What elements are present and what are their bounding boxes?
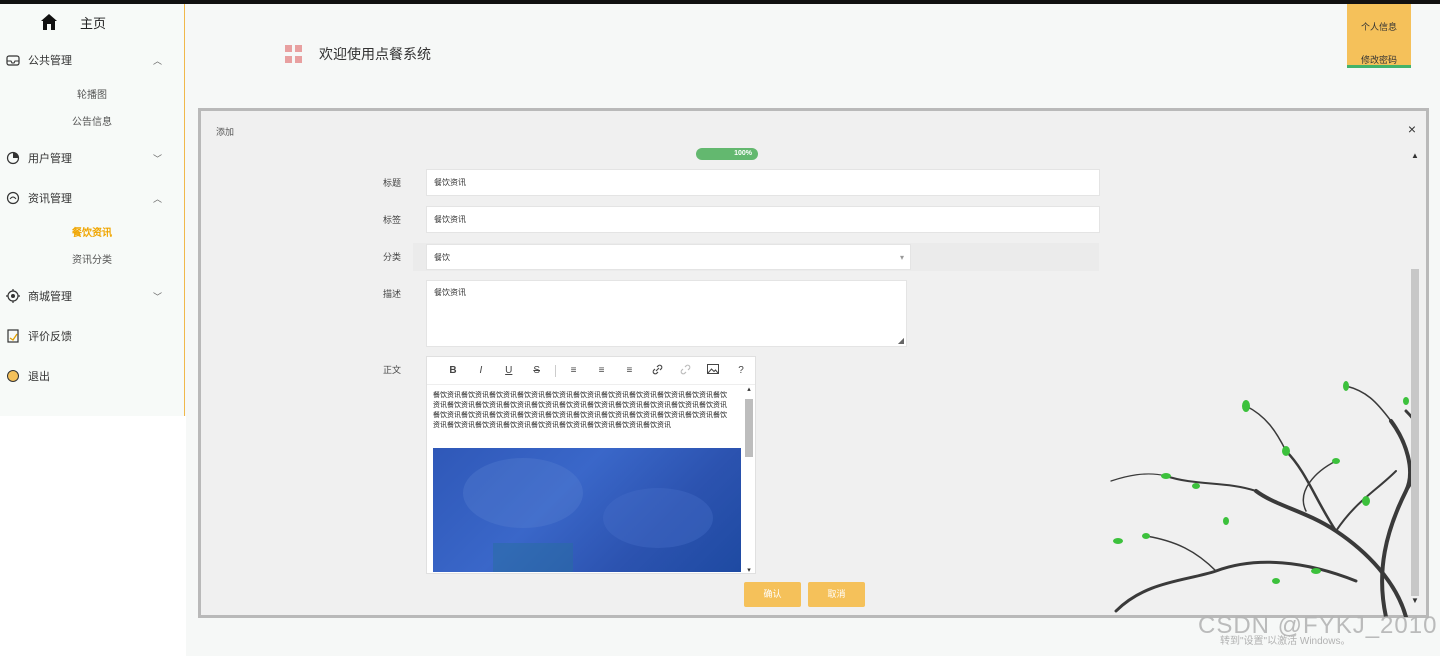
activation-watermark: 转到"设置"以激活 Windows。 <box>1220 636 1351 647</box>
menu-feedback[interactable]: 评价反馈 <box>0 316 184 356</box>
editor-toolbar: B I U S ≡ ≡ ≡ ? <box>427 357 755 385</box>
add-dialog: 添加 × 100% 标题 餐饮资讯 标签 餐饮资讯 分类 餐饮 ▾ 描述 餐饮资… <box>198 108 1429 618</box>
sidebar-item-carousel[interactable]: 轮播图 <box>0 80 184 107</box>
resize-handle-icon[interactable]: ◢ <box>898 336 904 345</box>
editor-content: 餐饮资讯餐饮资讯餐饮资讯餐饮资讯餐饮资讯餐饮资讯餐饮资讯餐饮资讯餐饮资讯餐饮资讯… <box>433 392 727 429</box>
menu-label: 商城管理 <box>28 291 72 303</box>
menu-label: 评价反馈 <box>28 331 72 343</box>
image-icon[interactable] <box>699 364 727 377</box>
cancel-button[interactable]: 取消 <box>808 582 865 607</box>
sidebar-item-news-category[interactable]: 资讯分类 <box>0 245 184 272</box>
menu-news-management[interactable]: 资讯管理 ︿ <box>0 178 184 218</box>
dialog-scroll-thumb[interactable] <box>1411 269 1419 596</box>
bold-button[interactable]: B <box>439 365 467 376</box>
strikethrough-button[interactable]: S <box>523 365 551 376</box>
help-button[interactable]: ? <box>727 365 755 376</box>
chevron-down-icon: ﹀ <box>152 153 162 164</box>
link-icon[interactable] <box>643 364 671 378</box>
sidebar-home[interactable]: 主页 <box>0 4 184 40</box>
profile-link[interactable]: 个人信息 <box>1347 20 1411 33</box>
home-icon <box>41 14 57 30</box>
align-right-button[interactable]: ≡ <box>615 365 643 376</box>
content-image <box>433 448 741 572</box>
sidebar: 主页 公共管理 ︿ 轮播图 公告信息 用户管理 ﹀ 资讯管理 ︿ 餐饮资讯 资讯… <box>0 4 185 416</box>
mailbox-icon <box>6 55 20 66</box>
dropdown-arrow-icon: ▾ <box>899 253 904 262</box>
menu-label: 用户管理 <box>28 153 72 165</box>
dialog-scrollbar[interactable]: ▲ ▼ <box>1410 151 1420 606</box>
chevron-down-icon: ﹀ <box>152 291 162 302</box>
content-label: 正文 <box>382 365 401 375</box>
editor-scroll-thumb[interactable] <box>745 399 753 457</box>
desc-label: 描述 <box>382 289 401 299</box>
italic-button[interactable]: I <box>467 365 495 376</box>
confirm-button[interactable]: 确认 <box>744 582 801 607</box>
sidebar-item-notice[interactable]: 公告信息 <box>0 107 184 134</box>
home-label: 主页 <box>80 15 107 31</box>
menu-label: 公共管理 <box>28 55 72 67</box>
user-menu[interactable]: 个人信息 修改密码 <box>1347 4 1411 68</box>
page-title: 欢迎使用点餐系统 <box>285 44 431 64</box>
change-password-link[interactable]: 修改密码 <box>1347 53 1411 66</box>
menu-exit[interactable]: 退出 <box>0 356 184 396</box>
desc-value: 餐饮资讯 <box>434 288 466 297</box>
page-title-text: 欢迎使用点餐系统 <box>319 46 431 62</box>
scroll-down-icon[interactable]: ▾ <box>744 566 754 574</box>
editor-scrollbar[interactable]: ▴ ▾ <box>744 385 754 574</box>
menu-shop-management[interactable]: 商城管理 ﹀ <box>0 276 184 316</box>
user-circle-icon <box>6 151 20 165</box>
close-icon[interactable]: × <box>1408 121 1416 137</box>
feedback-icon <box>7 329 19 343</box>
rich-text-editor[interactable]: B I U S ≡ ≡ ≡ ? 餐饮资讯餐饮资讯餐饮资讯餐饮资讯餐饮资讯餐饮资讯… <box>426 356 756 574</box>
upload-progress: 100% <box>696 148 758 160</box>
sidebar-blank <box>0 416 186 656</box>
chevron-up-icon: ︿ <box>152 193 162 204</box>
grid-icon <box>285 45 303 63</box>
scroll-down-icon[interactable]: ▼ <box>1410 596 1420 606</box>
news-icon <box>6 191 20 205</box>
shop-icon <box>6 289 20 303</box>
unlink-icon[interactable] <box>671 364 699 378</box>
tree-decoration <box>1110 381 1416 617</box>
scroll-up-icon[interactable]: ▴ <box>744 385 754 393</box>
top-border <box>0 0 1440 4</box>
chevron-up-icon: ︿ <box>152 55 162 66</box>
category-label: 分类 <box>382 252 401 262</box>
desc-textarea[interactable]: 餐饮资讯 ◢ <box>426 280 907 347</box>
menu-label: 资讯管理 <box>28 193 72 205</box>
menu-label: 退出 <box>28 371 50 383</box>
tag-label: 标签 <box>382 215 401 225</box>
title-label: 标题 <box>382 178 401 188</box>
toolbar-divider <box>554 364 556 377</box>
menu-user-management[interactable]: 用户管理 ﹀ <box>0 138 184 178</box>
tag-input[interactable]: 餐饮资讯 <box>426 206 1100 233</box>
dialog-title: 添加 <box>216 127 235 137</box>
menu-public-management[interactable]: 公共管理 ︿ <box>0 40 184 80</box>
align-left-button[interactable]: ≡ <box>560 365 588 376</box>
scroll-up-icon[interactable]: ▲ <box>1410 151 1420 161</box>
underline-button[interactable]: U <box>495 365 523 376</box>
category-select[interactable]: 餐饮 ▾ <box>426 244 911 270</box>
title-input[interactable]: 餐饮资讯 <box>426 169 1100 196</box>
category-value: 餐饮 <box>434 252 450 262</box>
sidebar-item-food-news[interactable]: 餐饮资讯 <box>0 218 184 245</box>
align-center-button[interactable]: ≡ <box>588 365 616 376</box>
exit-icon <box>7 370 19 382</box>
